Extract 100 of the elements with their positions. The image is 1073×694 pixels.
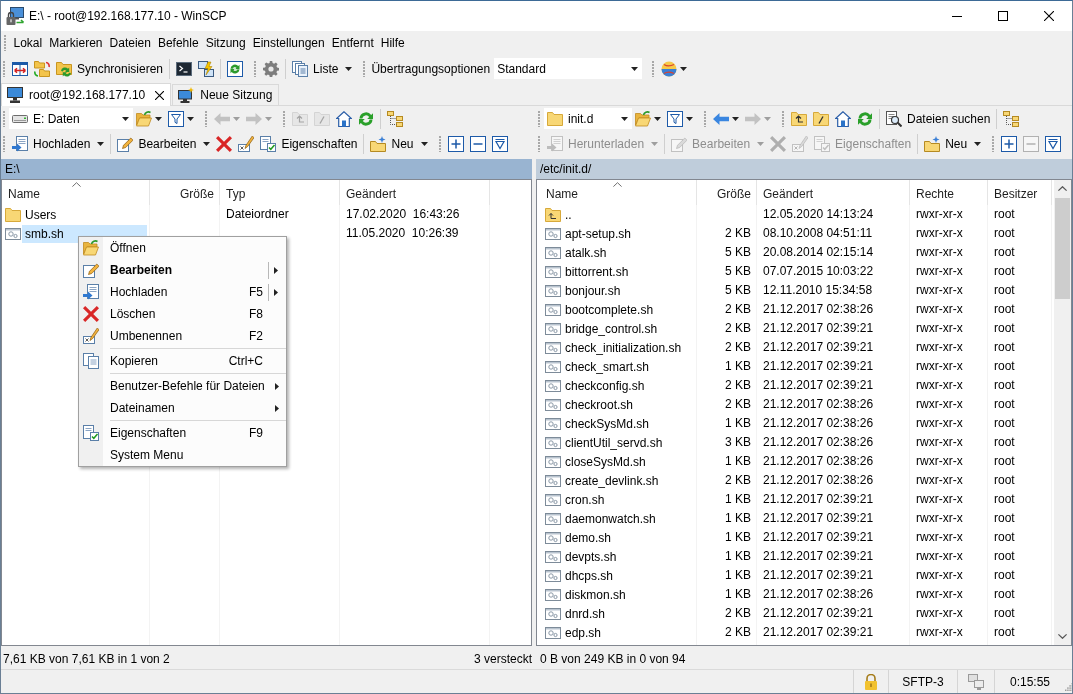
file-name[interactable]: check_smart.sh	[562, 357, 694, 376]
menu-item[interactable]: Hilfe	[377, 33, 409, 53]
home-icon[interactable]	[336, 110, 352, 127]
menu-item[interactable]: Entfernt	[328, 33, 378, 53]
menu-item[interactable]: Dateinamen	[79, 397, 286, 419]
caret-icon[interactable]	[680, 66, 688, 71]
caret-icon[interactable]	[654, 116, 661, 121]
new-button[interactable]: Neu	[921, 133, 985, 155]
file-name[interactable]: bonjour.sh	[562, 281, 694, 300]
synchronize-button[interactable]: Synchronisieren	[53, 57, 167, 80]
grip-icon[interactable]	[205, 110, 208, 127]
filter-icon[interactable]	[667, 110, 683, 127]
drive-dropdown[interactable]: E: Daten	[9, 108, 133, 129]
file-name[interactable]: daemonwatch.sh	[562, 509, 694, 528]
caret-icon[interactable]	[732, 116, 739, 121]
column-header[interactable]: Besitzer	[988, 180, 1052, 205]
menu-item[interactable]: Befehle	[154, 33, 203, 53]
column-header[interactable]: Name	[537, 180, 697, 205]
new-button[interactable]: Neu	[367, 133, 431, 155]
grip-icon[interactable]	[283, 110, 286, 127]
home-icon[interactable]	[835, 110, 851, 127]
triangle-box-icon[interactable]	[491, 136, 508, 152]
file-name[interactable]: dnrd.sh	[562, 604, 694, 623]
caret-icon[interactable]	[686, 116, 693, 121]
scroll-down-icon[interactable]	[1058, 634, 1067, 639]
menu-item[interactable]: Hochladen F5	[79, 281, 286, 303]
file-name[interactable]: closeSysMd.sh	[562, 452, 694, 471]
column-header[interactable]: Rechte	[910, 180, 988, 205]
menu-item[interactable]: Umbenennen F2	[79, 325, 286, 347]
file-name[interactable]: check_initialization.sh	[562, 338, 694, 357]
folders-arrows-icon[interactable]	[34, 60, 50, 77]
folder-up-icon[interactable]	[791, 110, 807, 127]
grip-icon[interactable]	[992, 136, 996, 152]
grip-icon[interactable]	[704, 110, 707, 127]
menu-item[interactable]: Lokal	[10, 33, 46, 53]
edit-button[interactable]: Bearbeiten	[114, 133, 214, 155]
terminal-icon[interactable]	[176, 60, 193, 77]
grip-icon[interactable]	[3, 60, 6, 77]
preset-dropdown[interactable]: Standard	[494, 58, 643, 79]
file-name[interactable]: checkSysMd.sh	[562, 414, 694, 433]
file-name[interactable]: clientUtil_servd.sh	[562, 433, 694, 452]
column-header[interactable]: Name	[2, 180, 150, 205]
menu-item[interactable]: Dateien	[106, 33, 155, 53]
caret-icon[interactable]	[122, 116, 129, 121]
scroll-up-icon[interactable]	[1058, 186, 1067, 191]
monitors-bolt-icon[interactable]	[198, 60, 215, 77]
scrollbar-thumb[interactable]	[1055, 198, 1070, 299]
session-tab[interactable]: Neue Sitzung	[172, 84, 280, 105]
folder-tree-icon[interactable]	[387, 110, 403, 127]
find-files-button[interactable]: Dateien suchen	[883, 107, 994, 130]
menu-item[interactable]: Eigenschaften F9	[79, 422, 286, 444]
file-name[interactable]: ..	[562, 205, 694, 224]
grip-icon[interactable]	[254, 60, 258, 77]
folder-slash-icon[interactable]	[813, 110, 829, 127]
session-tab[interactable]: root@192.168.177.10	[1, 83, 172, 106]
menu-item[interactable]: System Menu	[79, 444, 286, 466]
file-name[interactable]: dhcps.sh	[562, 566, 694, 585]
sync-window-icon[interactable]	[227, 60, 244, 77]
file-name[interactable]: checkconfig.sh	[562, 376, 694, 395]
column-header[interactable]: Größe	[697, 180, 757, 205]
menu-item[interactable]: Benutzer-Befehle für Dateien	[79, 375, 286, 397]
menu-item[interactable]: Markieren	[45, 33, 107, 53]
globe-icon[interactable]	[661, 60, 678, 77]
folder-tree-icon[interactable]	[1003, 110, 1020, 127]
resize-grip-icon[interactable]	[1065, 683, 1072, 691]
file-name[interactable]: diskmon.sh	[562, 585, 694, 604]
caret-icon[interactable]	[621, 116, 628, 121]
grip-icon[interactable]	[3, 136, 6, 152]
grip-icon[interactable]	[652, 60, 656, 77]
minus-box-icon[interactable]	[469, 136, 486, 152]
cross-icon[interactable]	[216, 136, 233, 152]
caret-icon[interactable]	[187, 116, 194, 121]
menu-item[interactable]: Sitzung	[202, 33, 250, 53]
column-header[interactable]: Geändert	[757, 180, 910, 205]
file-name[interactable]: demo.sh	[562, 528, 694, 547]
plus-box-icon[interactable]	[1001, 136, 1018, 152]
triangle-box-icon[interactable]	[1045, 136, 1062, 152]
file-name[interactable]: checkroot.sh	[562, 395, 694, 414]
grip-icon[interactable]	[4, 35, 7, 51]
column-header[interactable]: Typ	[220, 180, 340, 205]
grip-icon[interactable]	[3, 110, 6, 127]
close-icon[interactable]	[155, 90, 165, 100]
caret-icon[interactable]	[631, 66, 639, 71]
refresh-icon[interactable]	[857, 110, 873, 127]
file-name[interactable]: apt-setup.sh	[562, 224, 694, 243]
menu-item[interactable]: Löschen F8	[79, 303, 286, 325]
file-name[interactable]: bootcomplete.sh	[562, 300, 694, 319]
split-arrows-icon[interactable]	[12, 60, 28, 77]
file-name[interactable]: devpts.sh	[562, 547, 694, 566]
menu-item[interactable]: Kopieren Ctrl+C	[79, 350, 286, 372]
grip-icon[interactable]	[363, 60, 367, 77]
menu-item[interactable]: Bearbeiten	[79, 259, 286, 281]
pencil-field-icon[interactable]	[238, 136, 255, 152]
folder-dropdown[interactable]: init.d	[544, 108, 632, 129]
grip-icon[interactable]	[782, 110, 785, 127]
upload-button[interactable]: Hochladen	[9, 133, 108, 155]
file-name[interactable]: atalk.sh	[562, 243, 694, 262]
menu-item[interactable]: Einstellungen	[249, 33, 329, 53]
file-name[interactable]: bridge_control.sh	[562, 319, 694, 338]
refresh-icon[interactable]	[358, 110, 374, 127]
